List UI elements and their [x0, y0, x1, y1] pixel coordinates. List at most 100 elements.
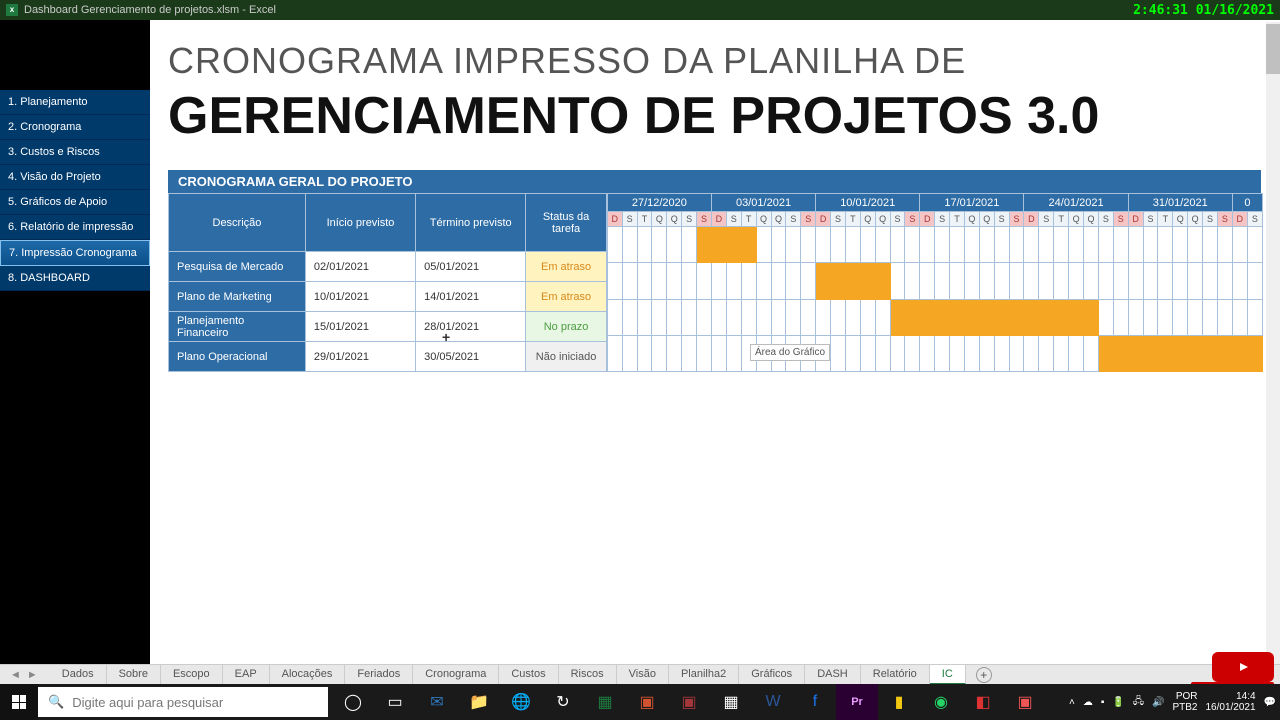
sheet-tab-eap[interactable]: EAP [223, 665, 270, 685]
app-icon-2[interactable]: ◧ [962, 684, 1004, 720]
gantt-bar[interactable] [1232, 335, 1247, 371]
gantt-bar[interactable] [979, 299, 994, 335]
task-start[interactable]: 10/01/2021 [305, 282, 415, 312]
worksheet-area[interactable]: CRONOGRAMA IMPRESSO DA PLANILHA DE GEREN… [150, 20, 1280, 664]
gantt-bar[interactable] [831, 263, 846, 299]
tray-chevron-icon[interactable]: ˄ [1069, 697, 1075, 708]
gantt-bar[interactable] [726, 227, 741, 263]
vertical-scrollbar[interactable] [1266, 22, 1280, 664]
gantt-bar[interactable] [964, 299, 979, 335]
onedrive-icon[interactable]: ☁ [1083, 697, 1093, 708]
excel-taskbar-icon[interactable]: ▦ [584, 684, 626, 720]
gantt-bar[interactable] [1069, 299, 1084, 335]
network-icon[interactable]: 🖧 [1133, 694, 1144, 711]
gantt-bar[interactable] [860, 263, 875, 299]
task-end[interactable]: 28/01/2021 [416, 312, 526, 342]
start-button[interactable] [0, 684, 38, 720]
app-icon-1[interactable]: ▦ [710, 684, 752, 720]
sheet-tab-visão[interactable]: Visão [617, 665, 669, 685]
add-sheet-button[interactable]: + [976, 667, 992, 683]
sidebar-item-1[interactable]: 1. Planejamento [0, 90, 150, 115]
gantt-bar[interactable] [875, 263, 890, 299]
powerpoint-icon[interactable]: ▣ [626, 684, 668, 720]
task-start[interactable]: 02/01/2021 [305, 252, 415, 282]
volume-icon[interactable]: 🔊 [1152, 697, 1164, 708]
sheet-nav[interactable]: ◄► [10, 669, 38, 681]
sheet-tab-relatório[interactable]: Relatório [861, 665, 930, 685]
gantt-bar[interactable] [1098, 335, 1113, 371]
whatsapp-icon[interactable]: ◉ [920, 684, 962, 720]
word-icon[interactable]: W [752, 684, 794, 720]
edge-icon[interactable]: ↻ [542, 684, 584, 720]
access-icon[interactable]: ▣ [668, 684, 710, 720]
gantt-bar[interactable] [1084, 299, 1099, 335]
gantt-bar[interactable] [1203, 335, 1218, 371]
sidebar-item-5[interactable]: 5. Gráficos de Apoio [0, 190, 150, 215]
task-start[interactable]: 29/01/2021 [305, 342, 415, 372]
task-status[interactable]: Não iniciado [526, 342, 606, 372]
task-end[interactable]: 14/01/2021 [416, 282, 526, 312]
outlook-icon[interactable]: ✉ [416, 684, 458, 720]
system-tray[interactable]: ˄ ☁ ▪ 🔋 🖧 🔊 POR PTB2 14:4 16/01/2021 💬 [1069, 691, 1280, 713]
gantt-bar[interactable] [1173, 335, 1188, 371]
task-end[interactable]: 05/01/2021 [416, 252, 526, 282]
app-icon-3[interactable]: ▣ [1004, 684, 1046, 720]
gantt-chart[interactable]: Descrição Início previsto Término previs… [168, 193, 1263, 372]
task-desc[interactable]: Pesquisa de Mercado [169, 252, 306, 282]
gantt-bar[interactable] [1247, 335, 1262, 371]
sidebar-item-8[interactable]: 8. DASHBOARD [0, 266, 150, 291]
cortana-icon[interactable]: ◯ [332, 684, 374, 720]
gantt-bar[interactable] [1054, 299, 1069, 335]
gantt-bar[interactable] [741, 227, 756, 263]
language-indicator[interactable]: POR PTB2 [1172, 691, 1197, 713]
tray-app-icon[interactable]: ▪ [1101, 697, 1105, 708]
facebook-icon[interactable]: f [794, 684, 836, 720]
taskbar-search[interactable]: 🔍 Digite aqui para pesquisar [38, 687, 328, 717]
sheet-tab-sobre[interactable]: Sobre [107, 665, 161, 685]
gantt-bar[interactable] [920, 299, 935, 335]
task-status[interactable]: Em atraso [526, 282, 606, 312]
youtube-subscribe-button[interactable] [1212, 652, 1274, 682]
sheet-tab-alocações[interactable]: Alocações [270, 665, 346, 685]
gantt-bar[interactable] [1024, 299, 1039, 335]
task-desc[interactable]: Plano de Marketing [169, 282, 306, 312]
gantt-bar[interactable] [1158, 335, 1173, 371]
gantt-bar[interactable] [935, 299, 950, 335]
file-explorer-icon[interactable]: 📁 [458, 684, 500, 720]
sheet-tab-planilha2[interactable]: Planilha2 [669, 665, 739, 685]
sheet-tab-feriados[interactable]: Feriados [345, 665, 413, 685]
sheet-tab-dash[interactable]: DASH [805, 665, 861, 685]
gantt-bar[interactable] [1143, 335, 1158, 371]
gantt-bar[interactable] [905, 299, 920, 335]
sidebar-item-3[interactable]: 3. Custos e Riscos [0, 140, 150, 165]
notifications-icon[interactable]: 💬 [1264, 697, 1276, 708]
gantt-bar[interactable] [697, 227, 712, 263]
chrome-icon[interactable]: 🌐 [500, 684, 542, 720]
gantt-bar[interactable] [711, 227, 726, 263]
taskbar-clock[interactable]: 14:4 16/01/2021 [1205, 691, 1255, 713]
sidebar-item-4[interactable]: 4. Visão do Projeto [0, 165, 150, 190]
sheet-tab-ic[interactable]: IC [930, 665, 966, 685]
sheet-tab-escopo[interactable]: Escopo [161, 665, 223, 685]
sheet-tab-gráficos[interactable]: Gráficos [739, 665, 805, 685]
gantt-bar[interactable] [1217, 335, 1232, 371]
sidebar-item-6[interactable]: 6. Relatório de impressão [0, 215, 150, 240]
gantt-bar[interactable] [994, 299, 1009, 335]
sidebar-item-7[interactable]: 7. Impressão Cronograma [0, 240, 150, 266]
sheet-tab-cronograma[interactable]: Cronograma [413, 665, 499, 685]
gantt-bar[interactable] [1039, 299, 1054, 335]
sheet-tab-riscos[interactable]: Riscos [559, 665, 617, 685]
task-desc[interactable]: Planejamento Financeiro [169, 312, 306, 342]
task-start[interactable]: 15/01/2021 [305, 312, 415, 342]
gantt-bar[interactable] [1113, 335, 1128, 371]
task-end[interactable]: 30/05/2021 [416, 342, 526, 372]
gantt-bar[interactable] [1009, 299, 1024, 335]
gantt-bar[interactable] [845, 263, 860, 299]
task-status[interactable]: No prazo [526, 312, 606, 342]
sheet-tab-custos[interactable]: Custos [499, 665, 558, 685]
gantt-bar[interactable] [1128, 335, 1143, 371]
sidebar-item-2[interactable]: 2. Cronograma [0, 115, 150, 140]
gantt-bar[interactable] [1188, 335, 1203, 371]
task-desc[interactable]: Plano Operacional [169, 342, 306, 372]
sheet-tab-dados[interactable]: Dados [50, 665, 107, 685]
